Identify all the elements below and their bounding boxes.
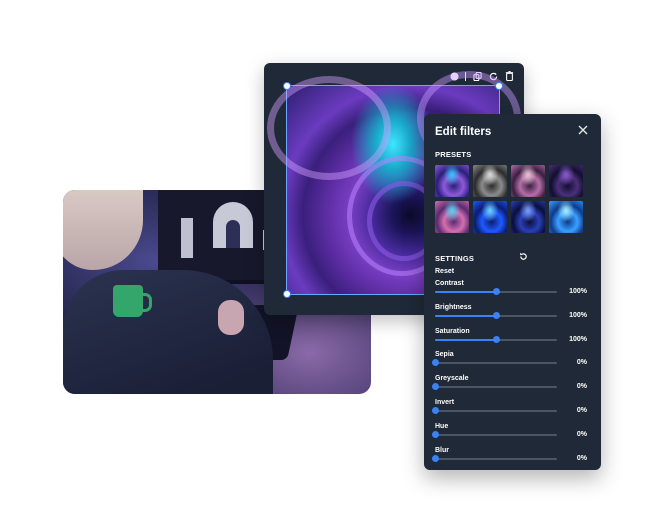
setting-value: 100% bbox=[569, 335, 587, 343]
setting-sepia: Sepia 0% bbox=[431, 351, 587, 373]
slider-track[interactable] bbox=[431, 383, 557, 391]
preset-thumbnail[interactable] bbox=[435, 165, 469, 197]
setting-hue: Hue 0% bbox=[431, 422, 587, 445]
setting-value: 0% bbox=[576, 454, 587, 462]
close-icon[interactable] bbox=[576, 123, 590, 137]
setting-value: 100% bbox=[569, 288, 587, 295]
preset-thumbnail[interactable] bbox=[511, 165, 545, 197]
setting-value: 0% bbox=[576, 430, 587, 438]
setting-blur: Blur 0% bbox=[431, 446, 587, 469]
slider-handle[interactable] bbox=[431, 454, 439, 462]
setting-label: Invert bbox=[435, 399, 455, 406]
preset-thumbnail[interactable] bbox=[473, 165, 507, 197]
setting-invert: Invert 0% bbox=[431, 399, 587, 421]
presets-heading: PRESETS bbox=[435, 150, 472, 159]
setting-label: Blur bbox=[435, 446, 449, 454]
setting-greyscale: Greyscale 0% bbox=[431, 375, 587, 397]
setting-label: Greyscale bbox=[435, 375, 469, 383]
person-head bbox=[63, 190, 143, 270]
slider-fill bbox=[435, 291, 496, 293]
setting-brightness: Brightness 100% bbox=[435, 304, 587, 326]
preset-thumbnail[interactable] bbox=[435, 201, 469, 233]
setting-label: Sepia bbox=[435, 351, 454, 359]
preset-thumbnail[interactable] bbox=[549, 201, 583, 233]
slider-fill bbox=[435, 338, 496, 341]
slider-handle[interactable] bbox=[492, 335, 500, 343]
setting-label: Contrast bbox=[435, 280, 464, 287]
tunnel-ring bbox=[267, 76, 391, 180]
slider-handle[interactable] bbox=[431, 407, 439, 414]
setting-label: Brightness bbox=[435, 303, 472, 311]
edit-filters-panel: Edit filters PRESETS SETTINGS Reset Cont… bbox=[424, 114, 601, 470]
preset-thumbnail[interactable] bbox=[549, 165, 583, 197]
slider-handle[interactable] bbox=[431, 430, 439, 438]
reset-button[interactable]: Reset bbox=[435, 268, 454, 275]
slider-handle[interactable] bbox=[492, 288, 500, 295]
trash-icon[interactable] bbox=[504, 71, 514, 81]
preset-thumbnail[interactable] bbox=[473, 201, 507, 233]
resize-handle-bottom-left[interactable] bbox=[283, 290, 291, 298]
slider-track[interactable] bbox=[435, 335, 557, 343]
presets-grid bbox=[435, 165, 583, 233]
preset-thumbnail[interactable] bbox=[511, 201, 545, 233]
person-shoulder bbox=[63, 270, 273, 394]
setting-value: 0% bbox=[576, 359, 587, 367]
slider-track[interactable] bbox=[431, 430, 557, 438]
setting-saturation: Saturation 100% bbox=[435, 328, 587, 350]
slider-fill bbox=[435, 314, 496, 317]
slider-handle[interactable] bbox=[492, 311, 500, 319]
slider-track[interactable] bbox=[435, 288, 557, 295]
arch-sculpture bbox=[213, 202, 253, 248]
person-hand bbox=[218, 300, 244, 335]
setting-label: Hue bbox=[435, 422, 449, 430]
slider-track[interactable] bbox=[431, 407, 557, 414]
slider-handle[interactable] bbox=[431, 359, 439, 367]
setting-value: 100% bbox=[569, 311, 587, 319]
settings-heading: SETTINGS bbox=[435, 254, 475, 263]
slider-handle[interactable] bbox=[431, 383, 439, 391]
setting-value: 0% bbox=[576, 383, 587, 391]
slider-track[interactable] bbox=[435, 311, 557, 319]
block-shape bbox=[181, 218, 193, 258]
panel-title: Edit filters bbox=[435, 126, 492, 138]
reset-icon[interactable] bbox=[519, 252, 529, 262]
resize-handle-top-right[interactable] bbox=[495, 82, 503, 90]
slider-track[interactable] bbox=[431, 359, 557, 367]
green-mug bbox=[113, 285, 152, 317]
setting-value: 0% bbox=[576, 407, 587, 414]
resize-handle-top-left[interactable] bbox=[283, 82, 291, 90]
setting-contrast: Contrast 100% bbox=[435, 280, 587, 302]
setting-label: Saturation bbox=[435, 327, 470, 335]
slider-track[interactable] bbox=[431, 454, 557, 462]
